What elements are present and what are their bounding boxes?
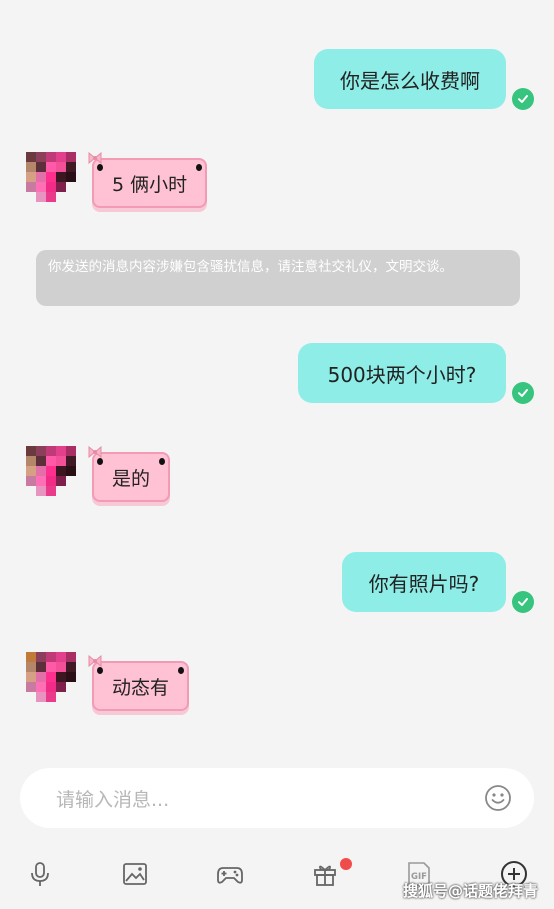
- delivered-check-icon: [512, 382, 534, 404]
- eye-icon: [196, 164, 203, 171]
- incoming-message[interactable]: 是的: [88, 446, 171, 502]
- incoming-message[interactable]: 5 俩小时: [88, 152, 208, 208]
- gamepad-icon[interactable]: [215, 858, 245, 890]
- eye-icon: [178, 667, 185, 674]
- watermark: 搜狐号@话题佬拜青: [402, 882, 538, 900]
- message-text: 是的: [112, 467, 151, 490]
- delivered-check-icon: [512, 591, 534, 613]
- gift-icon[interactable]: [310, 858, 340, 890]
- microphone-icon[interactable]: [25, 858, 55, 890]
- notice-text: 你发送的消息内容涉嫌包含骚扰信息，请注意社交礼仪，文明交谈。: [48, 259, 453, 275]
- message-text: 5 俩小时: [112, 173, 188, 196]
- outgoing-message[interactable]: 500块两个小时?: [298, 343, 506, 403]
- message-text: 你是怎么收费啊: [340, 68, 480, 93]
- image-icon[interactable]: [120, 858, 150, 890]
- avatar[interactable]: [26, 152, 76, 204]
- message-text: 你有照片吗?: [368, 571, 480, 596]
- delivered-check-icon: [512, 88, 534, 110]
- notification-badge: [340, 858, 352, 870]
- bow-icon: [88, 655, 102, 667]
- avatar[interactable]: [26, 652, 76, 704]
- bow-icon: [88, 152, 102, 164]
- smiley-icon[interactable]: [484, 784, 512, 812]
- eye-icon: [159, 458, 166, 465]
- eye-icon: [97, 164, 103, 171]
- message-text: 动态有: [112, 676, 170, 699]
- outgoing-message[interactable]: 你是怎么收费啊: [314, 49, 506, 109]
- message-text: 500块两个小时?: [327, 362, 477, 387]
- message-input[interactable]: 请输入消息...: [20, 768, 534, 828]
- input-placeholder: 请输入消息...: [56, 789, 170, 811]
- eye-icon: [97, 458, 103, 465]
- avatar[interactable]: [26, 446, 76, 498]
- system-notice: 你发送的消息内容涉嫌包含骚扰信息，请注意社交礼仪，文明交谈。: [36, 250, 520, 306]
- incoming-message[interactable]: 动态有: [88, 655, 190, 711]
- eye-icon: [97, 667, 103, 674]
- bow-icon: [88, 446, 102, 458]
- outgoing-message[interactable]: 你有照片吗?: [342, 552, 506, 612]
